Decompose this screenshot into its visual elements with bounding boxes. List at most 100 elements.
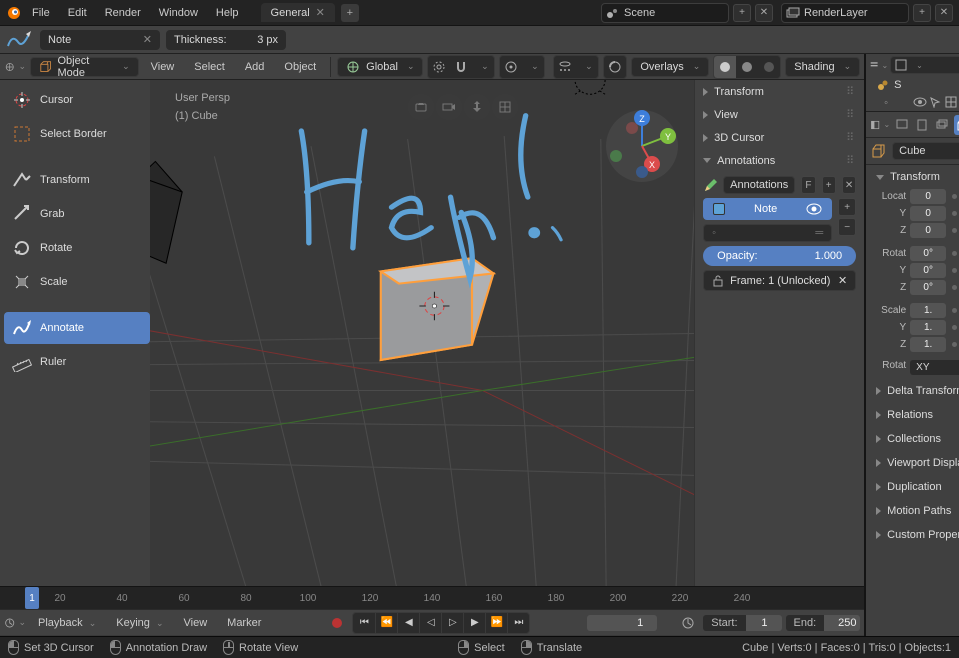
layer-color-swatch[interactable] xyxy=(713,203,725,215)
frame-clear-icon[interactable]: ✕ xyxy=(838,274,847,287)
tool-select-border[interactable]: Select Border xyxy=(4,118,150,150)
view-camera-button[interactable] xyxy=(408,94,434,120)
eye-filter-icon[interactable] xyxy=(913,96,927,110)
shading-lookdev[interactable] xyxy=(758,56,780,78)
annotation-remove-button[interactable]: ✕ xyxy=(842,176,856,194)
view-camera2-button[interactable] xyxy=(436,94,462,120)
pivot-button[interactable] xyxy=(428,56,450,78)
outliner-editor-type[interactable]: ⌄ xyxy=(870,56,888,74)
vp-menu-object[interactable]: Object xyxy=(276,57,324,77)
props-collections-header[interactable]: Collections xyxy=(866,427,959,451)
3d-viewport[interactable]: User Persp (1) Cube Z xyxy=(150,80,694,586)
loc-y-field[interactable]: 0 xyxy=(910,206,946,221)
outliner-scene-row[interactable]: S xyxy=(870,76,959,94)
proportional-edit-toggle[interactable] xyxy=(500,56,522,78)
end-frame-field[interactable]: 250 xyxy=(824,615,860,631)
props-tab-render[interactable] xyxy=(893,115,910,135)
editor-type-button[interactable]: ⌄ xyxy=(4,56,26,78)
play-reverse-button[interactable]: ◁ xyxy=(419,613,441,633)
tool-rotate[interactable]: Rotate xyxy=(4,232,150,264)
shading-dropdown[interactable]: Shading ⌄ xyxy=(785,57,860,77)
view-ortho-button[interactable] xyxy=(492,94,518,120)
scl-x-field[interactable]: 1. xyxy=(910,303,946,318)
tool-cursor[interactable]: Cursor xyxy=(4,84,150,116)
snap-toggle[interactable] xyxy=(450,56,472,78)
rotation-mode-dropdown[interactable]: XY⌄ xyxy=(910,360,959,375)
rot-z-field[interactable]: 0° xyxy=(910,280,946,295)
tool-grab[interactable]: Grab xyxy=(4,198,150,230)
annotation-layers-drag[interactable]: ◦═ xyxy=(703,224,832,242)
add-workspace-button[interactable]: + xyxy=(341,4,359,22)
note-layer-field[interactable]: Note ✕ xyxy=(40,30,160,50)
clear-layer-icon[interactable]: ✕ xyxy=(143,33,152,46)
preview-range-toggle[interactable] xyxy=(677,612,699,634)
props-tab-viewlayer[interactable] xyxy=(934,115,951,135)
workspace-tab-general[interactable]: General ✕ xyxy=(261,3,335,22)
overlays-dropdown[interactable]: Overlays ⌄ xyxy=(631,57,709,77)
renderlayer-remove-button[interactable]: ✕ xyxy=(935,4,953,22)
rot-y-field[interactable]: 0° xyxy=(910,263,946,278)
rot-x-field[interactable]: 0° xyxy=(910,246,946,261)
annotation-add-button[interactable]: + xyxy=(822,176,836,194)
frame-prev-button[interactable]: ◀ xyxy=(397,613,419,633)
menu-window[interactable]: Window xyxy=(151,3,206,23)
npanel-view-header[interactable]: View⠿ xyxy=(695,103,864,126)
orientation-selector[interactable]: Global ⌄ xyxy=(337,57,423,77)
scene-name-input[interactable] xyxy=(624,7,724,19)
fake-user-button[interactable]: F xyxy=(801,176,815,194)
annotation-name-field[interactable]: Annotations xyxy=(723,176,795,194)
menu-help[interactable]: Help xyxy=(208,3,247,23)
tool-annotate[interactable]: Annotate xyxy=(4,312,150,344)
shading-solid[interactable] xyxy=(736,56,758,78)
props-delta-header[interactable]: Delta Transform xyxy=(866,379,959,403)
scl-y-field[interactable]: 1. xyxy=(910,320,946,335)
layer-add-button[interactable]: + xyxy=(838,198,856,216)
npanel-transform-header[interactable]: Transform⠿ xyxy=(695,80,864,103)
props-tab-output[interactable] xyxy=(913,115,930,135)
annotation-layer-note[interactable]: Note xyxy=(703,198,832,220)
tool-ruler[interactable]: Ruler xyxy=(4,346,150,378)
vp-menu-view[interactable]: View xyxy=(143,57,183,77)
renderlayer-add-button[interactable]: + xyxy=(913,4,931,22)
start-frame-field[interactable]: 1 xyxy=(746,615,782,631)
tl-marker-menu[interactable]: Marker xyxy=(219,613,269,633)
props-tab-object[interactable] xyxy=(954,115,959,135)
outliner[interactable]: ⌄ ⌄ S ◦ xyxy=(866,54,959,112)
npanel-annotations-header[interactable]: Annotations⠿ xyxy=(695,149,864,172)
tl-keying-menu[interactable]: Keying ⌄ xyxy=(108,613,171,633)
loc-z-field[interactable]: 0 xyxy=(910,223,946,238)
tl-view-menu[interactable]: View xyxy=(176,613,216,633)
shading-wireframe[interactable] xyxy=(714,56,736,78)
props-transform-header[interactable]: Transform xyxy=(866,165,959,189)
keyframe-next-button[interactable]: ⏩ xyxy=(485,613,507,633)
props-duplication-header[interactable]: Duplication xyxy=(866,475,959,499)
jump-start-button[interactable]: ⏮ xyxy=(353,613,375,633)
renderlayer-selector[interactable] xyxy=(781,3,909,23)
layer-remove-button[interactable]: − xyxy=(838,218,856,236)
scene-add-button[interactable]: + xyxy=(733,4,751,22)
scene-selector[interactable] xyxy=(601,3,729,23)
loc-x-field[interactable]: 0 xyxy=(910,189,946,204)
timeline-editor-type[interactable]: ⌄ xyxy=(4,612,26,634)
outliner-display-mode[interactable]: ⌄ xyxy=(890,56,959,74)
proportional-menu[interactable]: ⌄ xyxy=(522,56,544,78)
scene-remove-button[interactable]: ✕ xyxy=(755,4,773,22)
eye-icon[interactable] xyxy=(806,203,822,215)
menu-render[interactable]: Render xyxy=(97,3,149,23)
menu-file[interactable]: File xyxy=(24,3,58,23)
opacity-slider[interactable]: Opacity: 1.000 xyxy=(703,246,856,266)
props-viewport-header[interactable]: Viewport Display xyxy=(866,451,959,475)
vp-menu-add[interactable]: Add xyxy=(237,57,273,77)
keyframe-prev-button[interactable]: ⏪ xyxy=(375,613,397,633)
tool-scale[interactable]: Scale xyxy=(4,266,150,298)
props-relations-header[interactable]: Relations xyxy=(866,403,959,427)
view-zoom-button[interactable] xyxy=(464,94,490,120)
menu-edit[interactable]: Edit xyxy=(60,3,95,23)
gizmo-toggle[interactable] xyxy=(604,56,626,78)
tl-playback-menu[interactable]: Playback ⌄ xyxy=(30,613,104,633)
close-tab-icon[interactable]: ✕ xyxy=(316,6,325,19)
props-editor-type[interactable]: ⌄ xyxy=(870,115,890,135)
renderlayer-name-input[interactable] xyxy=(804,7,904,19)
play-button[interactable]: ▷ xyxy=(441,613,463,633)
npanel-cursor-header[interactable]: 3D Cursor⠿ xyxy=(695,126,864,149)
